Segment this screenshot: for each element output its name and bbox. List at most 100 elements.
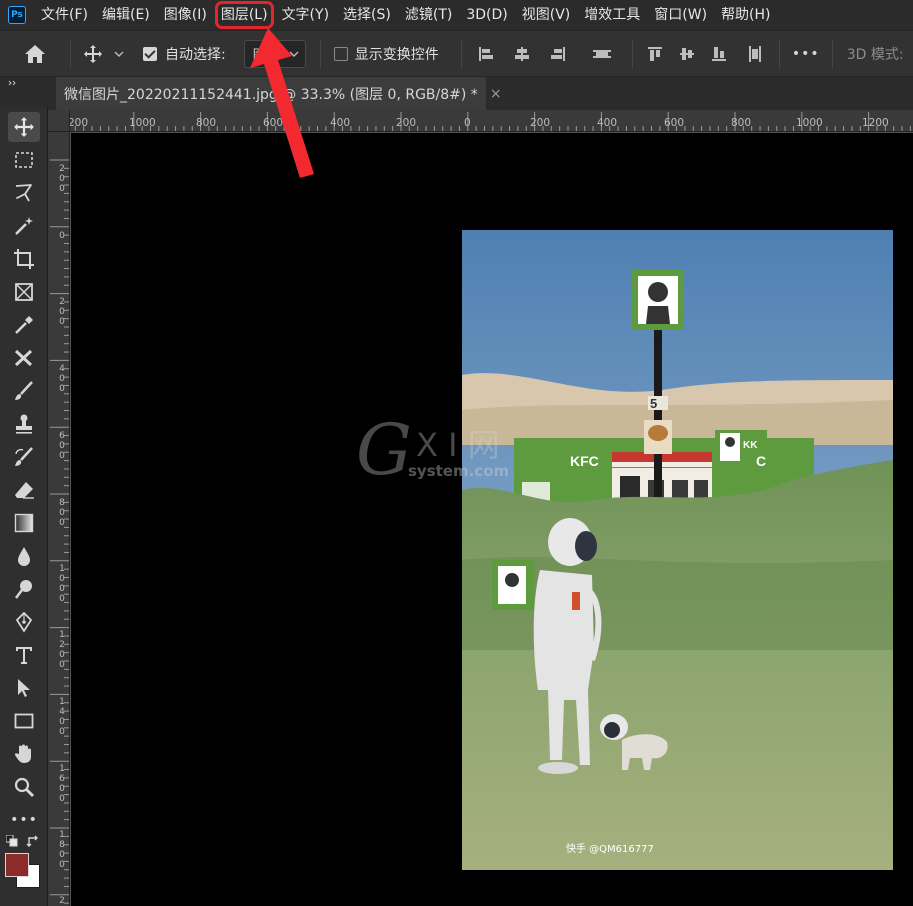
kfc-sign-text: KFC (570, 453, 599, 469)
hand-tool[interactable] (8, 739, 40, 769)
show-transform-checkbox[interactable] (327, 46, 355, 61)
align-middle-icon (679, 47, 694, 60)
marquee-icon (15, 152, 33, 168)
ruler-label: 1000 (796, 117, 823, 129)
stamp-tool[interactable] (8, 409, 40, 439)
distribute-button[interactable] (580, 46, 624, 62)
toolbar-collapse-strip[interactable] (0, 77, 48, 107)
align-left-icon (478, 46, 493, 61)
align-left-button[interactable] (468, 46, 504, 62)
history-brush-tool[interactable] (8, 442, 40, 472)
horizontal-ruler[interactable]: 200 1000 800 600 400 200 0 200 400 600 8… (70, 110, 913, 132)
pen-icon (15, 611, 33, 633)
zoom-tool[interactable] (8, 772, 40, 802)
auto-select-checkbox[interactable] (135, 46, 165, 61)
menu-3d[interactable]: 3D(D) (459, 0, 514, 30)
pen-tool[interactable] (8, 607, 40, 637)
dodge-icon (15, 580, 32, 599)
kk-sign-text: KK (743, 440, 758, 451)
menu-select[interactable]: 选择(S) (336, 0, 398, 30)
document-canvas[interactable]: KFC KK C 5 快手 @QM616777 G X I 网 system.c… (71, 133, 913, 906)
dodge-tool[interactable] (8, 574, 40, 604)
site-watermark-url: system.com (408, 462, 510, 480)
menu-file[interactable]: 文件(F) (34, 0, 95, 30)
ruler-label: 600 (59, 431, 65, 461)
rectangle-tool[interactable] (8, 706, 40, 736)
move-tool-preset[interactable] (75, 44, 111, 64)
menu-type[interactable]: 文字(Y) (275, 0, 336, 30)
blur-tool[interactable] (8, 541, 40, 571)
crop-icon (14, 249, 34, 269)
ruler-label: 1000 (59, 564, 65, 604)
more-options-button[interactable]: ••• (780, 46, 832, 62)
home-button[interactable] (0, 44, 70, 64)
ruler-label: 200 (59, 297, 65, 327)
align-bottom-icon (711, 46, 726, 61)
history-brush-icon (15, 447, 33, 466)
healing-tool[interactable] (8, 343, 40, 373)
lasso-icon (15, 184, 32, 202)
ruler-label: 200 (530, 117, 551, 129)
foreground-color-swatch[interactable] (5, 853, 29, 877)
vertical-ruler[interactable]: 200 0 200 400 600 800 1000 1200 1400 160… (48, 132, 70, 906)
close-icon[interactable]: × (490, 86, 502, 102)
distribute-h-icon (748, 45, 761, 62)
menu-bar: Ps 文件(F) 编辑(E) 图像(I) 图层(L) 文字(Y) 选择(S) 滤… (0, 0, 913, 30)
align-middle-button[interactable] (671, 46, 703, 62)
canvas-photo[interactable]: KFC KK C 5 快手 @QM616777 (462, 230, 893, 870)
photo-watermark: 快手 @QM616777 (566, 842, 654, 855)
rectangle-icon (14, 713, 34, 729)
eyedropper-icon (15, 316, 33, 334)
align-bottom-button[interactable] (703, 46, 735, 62)
site-watermark-xi: X I 网 (416, 426, 500, 464)
crop-tool[interactable] (8, 244, 40, 274)
color-reset-swap[interactable] (4, 831, 44, 851)
ruler-origin[interactable] (48, 110, 70, 132)
ruler-label: 1800 (59, 830, 65, 870)
menu-view[interactable]: 视图(V) (515, 0, 578, 30)
eraser-tool[interactable] (8, 475, 40, 505)
type-tool[interactable] (8, 640, 40, 670)
menu-layer[interactable]: 图层(L) (214, 0, 275, 30)
lasso-tool[interactable] (8, 178, 40, 208)
align-center-button[interactable] (504, 46, 540, 62)
swap-colors-icon (26, 835, 38, 847)
divider (70, 39, 71, 68)
type-icon (16, 647, 32, 664)
align-top-icon (647, 46, 662, 61)
brush-icon (15, 381, 33, 400)
show-transform-label: 显示变换控件 (354, 46, 439, 63)
ruler-label: 600 (664, 117, 685, 129)
chevron-down-icon[interactable] (111, 51, 127, 57)
c-sign-text: C (756, 453, 766, 469)
menu-window[interactable]: 窗口(W) (647, 0, 714, 30)
ruler-label: 400 (597, 117, 618, 129)
ruler-label: 800 (731, 117, 752, 129)
tools-panel: ••• (0, 107, 48, 906)
eyedropper-tool[interactable] (8, 310, 40, 340)
checkbox-unchecked-icon (333, 46, 348, 61)
menu-help[interactable]: 帮助(H) (714, 0, 777, 30)
move-tool[interactable] (8, 112, 40, 142)
path-select-icon (18, 679, 30, 697)
path-select-tool[interactable] (8, 673, 40, 703)
menu-edit[interactable]: 编辑(E) (95, 0, 157, 30)
annotation-arrow-icon (250, 28, 314, 178)
distribute-h-button[interactable] (735, 45, 775, 63)
frame-icon (15, 283, 33, 301)
marquee-tool[interactable] (8, 145, 40, 175)
menu-plugins[interactable]: 增效工具 (577, 0, 647, 30)
frame-tool[interactable] (8, 277, 40, 307)
align-top-button[interactable] (639, 46, 671, 62)
align-right-button[interactable] (540, 46, 576, 62)
brush-tool[interactable] (8, 376, 40, 406)
gradient-tool[interactable] (8, 508, 40, 538)
align-right-icon (550, 46, 565, 61)
menu-image[interactable]: 图像(I) (157, 0, 214, 30)
ruler-label: 400 (330, 117, 351, 129)
magic-wand-tool[interactable] (8, 211, 40, 241)
eraser-icon (15, 482, 34, 499)
ruler-label: 200 (70, 117, 89, 129)
menu-filter[interactable]: 滤镜(T) (398, 0, 459, 30)
pole-number-text: 5 (650, 396, 657, 411)
